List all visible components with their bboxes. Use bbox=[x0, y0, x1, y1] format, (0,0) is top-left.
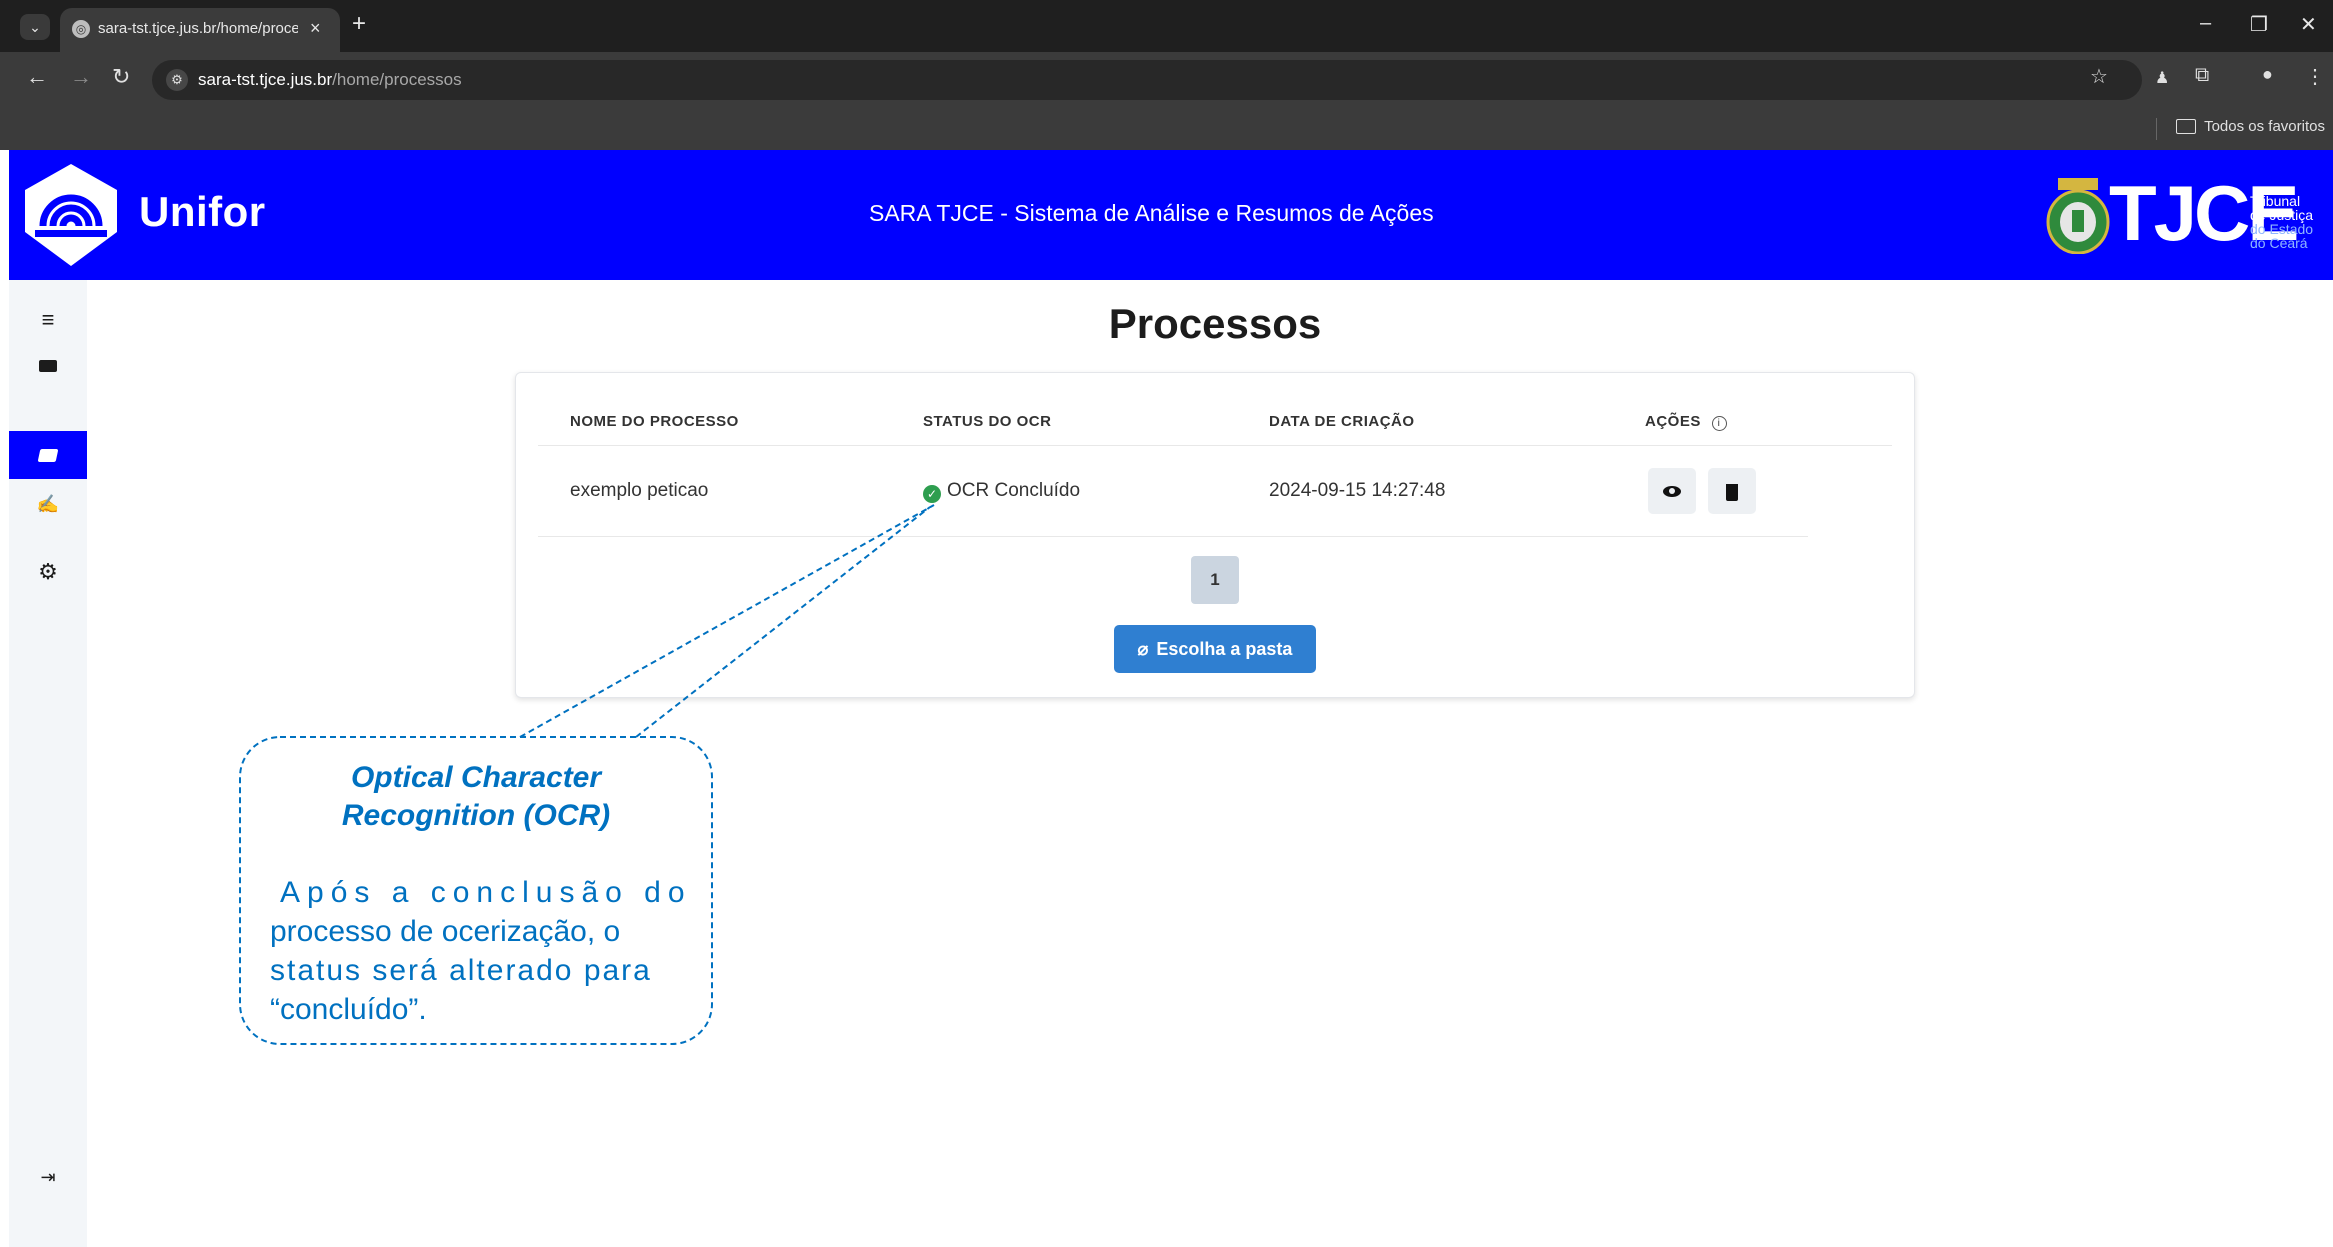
table-row-divider bbox=[538, 536, 1808, 537]
extension-icon[interactable]: ♟ bbox=[2155, 68, 2169, 88]
restore-button[interactable]: ❐ bbox=[2250, 12, 2268, 37]
table-header-divider bbox=[538, 445, 1892, 446]
bookmark-star-icon[interactable]: ☆ bbox=[2090, 64, 2108, 89]
new-tab-button[interactable]: + bbox=[352, 10, 366, 38]
all-bookmarks-folder[interactable]: Todos os favoritos bbox=[2176, 118, 2325, 135]
choose-folder-label: Escolha a pasta bbox=[1156, 638, 1293, 659]
profile-icon[interactable]: ● bbox=[2262, 64, 2273, 85]
file-signature-icon: ✍ bbox=[36, 493, 60, 514]
tab-title: sara-tst.tjce.jus.br/home/proce: bbox=[98, 20, 298, 37]
check-circle-icon: ✓ bbox=[923, 485, 941, 503]
browser-tab[interactable]: ◎ sara-tst.tjce.jus.br/home/proce: × bbox=[60, 8, 340, 52]
info-icon[interactable]: i bbox=[1711, 416, 1727, 431]
url-text: sara-tst.tjce.jus.br/home/processos bbox=[198, 70, 462, 89]
bookmarks-folder-label: Todos os favoritos bbox=[2204, 118, 2325, 135]
trash-icon bbox=[1726, 483, 1738, 501]
created-date: 2024-09-15 14:27:48 bbox=[1269, 480, 1446, 501]
browser-toolbar: ← → ↻ ⚙ sara-tst.tjce.jus.br/home/proces… bbox=[0, 52, 2333, 108]
delete-button[interactable] bbox=[1708, 468, 1756, 514]
column-header-name: NOME DO PROCESSO bbox=[570, 413, 739, 430]
tab-close-button[interactable]: × bbox=[310, 18, 321, 39]
sidebar-item-processos[interactable] bbox=[9, 431, 87, 479]
sidebar-item-keyboard[interactable] bbox=[9, 342, 87, 390]
process-name: exemplo peticao bbox=[570, 480, 709, 501]
bookmarks-separator bbox=[2156, 118, 2157, 140]
unifor-logo bbox=[25, 164, 117, 266]
sidebar-menu-toggle[interactable]: ≡ bbox=[9, 296, 87, 344]
site-info-icon[interactable]: ⚙ bbox=[166, 69, 188, 91]
pagination-page-1[interactable]: 1 bbox=[1191, 556, 1239, 604]
menu-icon: ≡ bbox=[41, 307, 55, 332]
address-bar[interactable]: ⚙ sara-tst.tjce.jus.br/home/processos bbox=[152, 60, 2142, 100]
reload-button[interactable]: ↻ bbox=[112, 64, 130, 90]
sidebar: ≡ ✍ ⚙ ⇥ bbox=[9, 280, 87, 1247]
callout-title: Optical Character Recognition (OCR) bbox=[341, 761, 611, 832]
bookmarks-bar: Todos os favoritos bbox=[0, 108, 2333, 150]
app-title: SARA TJCE - Sistema de Análise e Resumos… bbox=[869, 200, 1434, 226]
tjce-seal-icon bbox=[2046, 178, 2110, 254]
minimize-button[interactable]: – bbox=[2200, 12, 2211, 35]
tjce-sub-line: de Justiça bbox=[2250, 207, 2314, 223]
back-button[interactable]: ← bbox=[26, 64, 48, 90]
browser-menu-icon[interactable]: ⋮ bbox=[2305, 64, 2325, 89]
brand-name: Unifor bbox=[139, 188, 266, 235]
column-header-actions: AÇÕES i bbox=[1645, 413, 1727, 431]
folder-open-icon bbox=[37, 448, 59, 462]
sidebar-item-settings[interactable]: ⚙ bbox=[9, 548, 87, 596]
ocr-callout: Optical Character Recognition (OCR) Após… bbox=[240, 737, 712, 1044]
tjce-sub-line: do Ceará bbox=[2250, 235, 2308, 251]
app-header: Unifor SARA TJCE - Sistema de Análise e … bbox=[9, 150, 2333, 280]
close-window-button[interactable]: ✕ bbox=[2300, 12, 2317, 37]
extensions-puzzle-icon[interactable]: ⧉ bbox=[2195, 64, 2209, 87]
sidebar-item-logout[interactable]: ⇥ bbox=[9, 1153, 87, 1201]
ocr-status: ✓ OCR Concluído bbox=[923, 480, 1080, 503]
gear-icon: ⚙ bbox=[38, 559, 58, 584]
browser-tab-strip: ⌄ ◎ sara-tst.tjce.jus.br/home/proce: × +… bbox=[0, 0, 2333, 52]
view-button[interactable] bbox=[1648, 468, 1696, 514]
folder-icon bbox=[2176, 119, 2197, 134]
tjce-sub-line: do Estado bbox=[2250, 221, 2314, 237]
tjce-subtitle: Tribunal de Justiça do Estado do Ceará bbox=[2250, 194, 2313, 250]
callout-body: Após a conclusão do processo de ocerizaç… bbox=[270, 876, 692, 1026]
column-header-created-date: DATA DE CRIAÇÃO bbox=[1269, 413, 1415, 430]
choose-folder-button[interactable]: ⌀ Escolha a pasta bbox=[1114, 625, 1316, 673]
keyboard-icon bbox=[39, 360, 57, 372]
logout-icon: ⇥ bbox=[40, 1166, 56, 1187]
forward-button[interactable]: → bbox=[70, 64, 92, 90]
column-header-ocr-status: STATUS DO OCR bbox=[923, 413, 1052, 430]
globe-icon: ◎ bbox=[72, 20, 90, 38]
paperclip-icon: ⌀ bbox=[1137, 638, 1149, 659]
tab-search-button[interactable]: ⌄ bbox=[20, 14, 50, 40]
processes-card: NOME DO PROCESSO STATUS DO OCR DATA DE C… bbox=[515, 372, 1915, 698]
page-title: Processos bbox=[1108, 300, 1322, 347]
sidebar-item-documents[interactable]: ✍ bbox=[9, 480, 87, 528]
eye-icon bbox=[1663, 485, 1681, 497]
tjce-sub-line: Tribunal bbox=[2250, 193, 2301, 209]
